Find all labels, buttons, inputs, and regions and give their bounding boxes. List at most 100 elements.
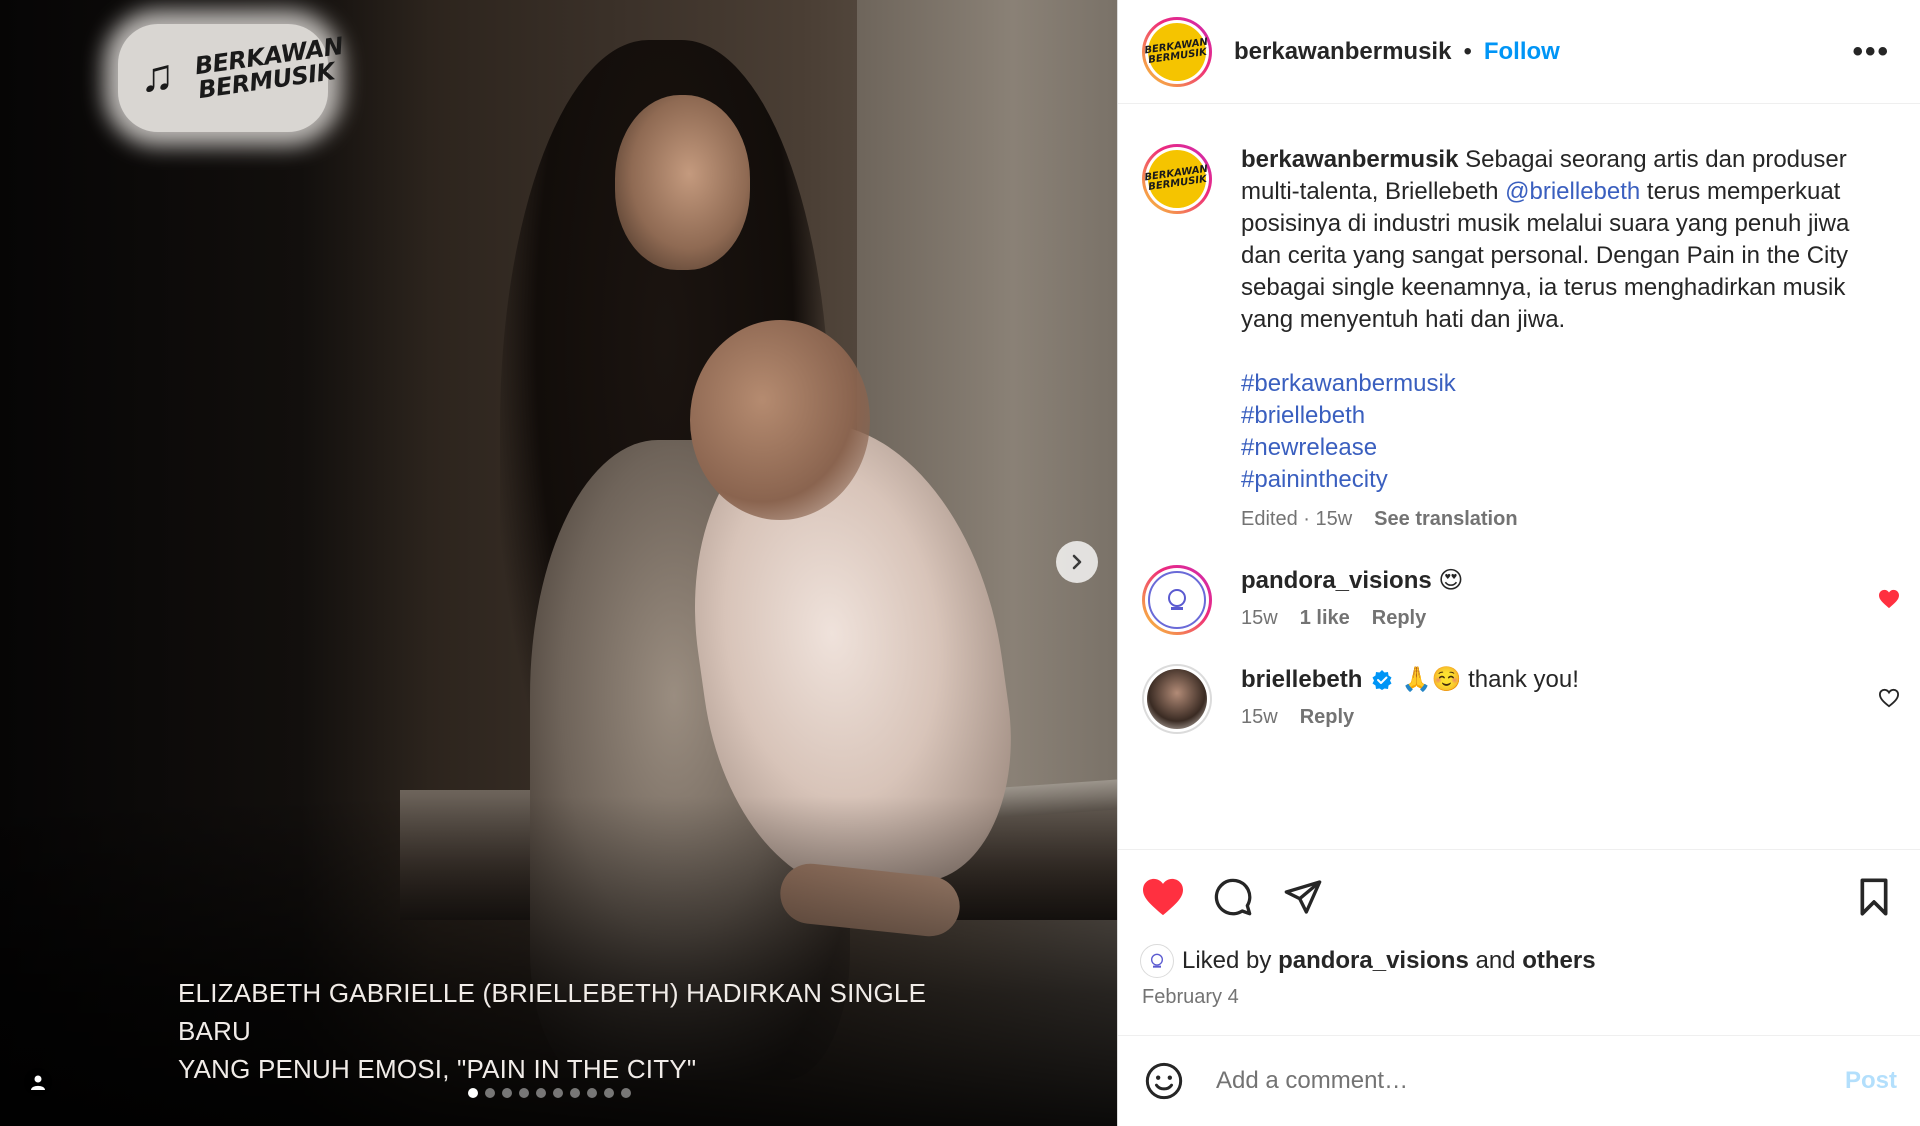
- liked-by-summary: Liked by pandora_visions and others: [1140, 944, 1596, 978]
- caption-mention-link[interactable]: @briellebeth: [1505, 178, 1640, 205]
- carousel-dot: [485, 1088, 495, 1098]
- carousel-next-button[interactable]: [1056, 541, 1098, 583]
- comment-avatar-ring: [1142, 565, 1212, 635]
- comment-body: 😍: [1438, 567, 1464, 594]
- caption-author-avatar[interactable]: BERKAWAN BERMUSIK: [1142, 144, 1212, 214]
- carousel-dot: [587, 1088, 597, 1098]
- liked-by-user-link[interactable]: pandora_visions: [1278, 947, 1469, 975]
- person-icon: [31, 1075, 45, 1090]
- comment-composer: Add a comment… Post: [1118, 1035, 1920, 1126]
- action-bar: [1140, 874, 1897, 920]
- carousel-dot: [519, 1088, 529, 1098]
- post-header: BERKAWAN BERMUSIK berkawanbermusik • Fol…: [1118, 0, 1920, 104]
- comments-scroll-area[interactable]: BERKAWAN BERMUSIK berkawanbermusik Sebag…: [1118, 104, 1920, 849]
- carousel-indicator: [468, 1088, 631, 1098]
- liked-by-and: and: [1475, 947, 1516, 974]
- caption-edited-time: Edited · 15w: [1241, 508, 1353, 530]
- comment-item: briellebeth 🙏☺️ thank you! 15w Reply: [1118, 664, 1920, 734]
- more-options-icon[interactable]: •••: [1852, 35, 1896, 69]
- comment-bubble-icon: [1214, 878, 1252, 916]
- save-button[interactable]: [1851, 874, 1897, 920]
- comment-reply-button[interactable]: Reply: [1300, 706, 1354, 729]
- liked-by-prefix: Liked by: [1182, 947, 1272, 974]
- comment-input[interactable]: Add a comment…: [1216, 1067, 1408, 1095]
- pandora-visions-logo-icon: [1148, 571, 1206, 629]
- post-media[interactable]: ♫ BERKAWAN BERMUSIK ELIZABETH GABRIELLE …: [0, 0, 1117, 1126]
- paper-plane-icon: [1284, 880, 1322, 914]
- comment-avatar[interactable]: [1142, 565, 1212, 635]
- see-translation-button[interactable]: See translation: [1374, 508, 1517, 531]
- comment-text: pandora_visions 😍: [1241, 565, 1881, 597]
- caption-avatar-logo: BERKAWAN BERMUSIK: [1144, 146, 1210, 212]
- comment-reply-button[interactable]: Reply: [1372, 607, 1426, 630]
- follow-button[interactable]: Follow: [1484, 38, 1560, 66]
- bookmark-icon: [1860, 878, 1888, 916]
- post-date[interactable]: February 4: [1142, 986, 1239, 1009]
- photo-subject-face: [615, 95, 750, 270]
- emoji-picker-button[interactable]: [1142, 1059, 1186, 1103]
- like-button[interactable]: [1140, 874, 1186, 920]
- verified-badge-icon: [1372, 670, 1392, 690]
- media-caption: ELIZABETH GABRIELLE (BRIELLEBETH) HADIRK…: [178, 974, 978, 1088]
- comment-item: pandora_visions 😍 15w 1 like Reply: [1118, 565, 1920, 635]
- share-button[interactable]: [1280, 874, 1326, 920]
- post-sidebar: BERKAWAN BERMUSIK berkawanbermusik • Fol…: [1117, 0, 1920, 1126]
- post-caption: BERKAWAN BERMUSIK berkawanbermusik Sebag…: [1118, 144, 1920, 531]
- media-caption-line1: ELIZABETH GABRIELLE (BRIELLEBETH) HADIRK…: [178, 978, 927, 1046]
- carousel-dot: [553, 1088, 563, 1098]
- comment-meta: 15w Reply: [1241, 706, 1881, 729]
- hashtag-link[interactable]: #berkawanbermusik: [1241, 368, 1881, 400]
- author-avatar-inner: BERKAWAN BERMUSIK: [1144, 18, 1210, 85]
- caption-text: berkawanbermusik Sebagai seorang artis d…: [1241, 144, 1881, 336]
- caption-username[interactable]: berkawanbermusik: [1241, 146, 1458, 173]
- caption-hashtags: #berkawanbermusik #briellebeth #newrelea…: [1241, 368, 1881, 496]
- caption-meta: Edited · 15w See translation: [1241, 508, 1881, 531]
- carousel-dot: [536, 1088, 546, 1098]
- photo-subject-shoulder: [690, 320, 870, 520]
- comment-time: 15w: [1241, 706, 1278, 728]
- comment-avatar-inner: [1144, 666, 1210, 732]
- comment-body: 🙏☺️ thank you!: [1401, 666, 1579, 693]
- comment-button[interactable]: [1210, 874, 1256, 920]
- hashtag-link[interactable]: #paininthecity: [1241, 464, 1881, 496]
- chevron-right-icon: [1072, 554, 1082, 570]
- music-notes-icon: ♫: [140, 49, 175, 101]
- comment-like-button[interactable]: [1877, 587, 1901, 611]
- liked-by-avatar[interactable]: [1140, 944, 1174, 978]
- comment-username[interactable]: pandora_visions: [1241, 567, 1432, 594]
- post-actions-section: Liked by pandora_visions and others Febr…: [1118, 849, 1920, 1039]
- media-caption-line2: YANG PENUH EMOSI, "PAIN IN THE CITY": [178, 1054, 697, 1084]
- comment-like-button[interactable]: [1877, 686, 1901, 710]
- carousel-dot: [502, 1088, 512, 1098]
- carousel-dot: [604, 1088, 614, 1098]
- author-avatar-logo: BERKAWAN BERMUSIK: [1144, 18, 1210, 85]
- comment-meta: 15w 1 like Reply: [1241, 607, 1881, 630]
- post-comment-button[interactable]: Post: [1845, 1067, 1897, 1095]
- heart-outline-icon: [1878, 688, 1900, 708]
- crystal-ball-icon: [1151, 953, 1163, 968]
- comment-avatar[interactable]: [1142, 664, 1212, 734]
- hashtag-link[interactable]: #newrelease: [1241, 432, 1881, 464]
- caption-avatar-ring: BERKAWAN BERMUSIK: [1142, 144, 1212, 214]
- hashtag-link[interactable]: #briellebeth: [1241, 400, 1881, 432]
- comment-text: briellebeth 🙏☺️ thank you!: [1241, 664, 1881, 696]
- comment-time: 15w: [1241, 607, 1278, 629]
- comment-avatar-ring: [1142, 664, 1212, 734]
- carousel-dot: [621, 1088, 631, 1098]
- briellebeth-avatar-photo: [1147, 669, 1207, 729]
- carousel-dot: [570, 1088, 580, 1098]
- author-avatar[interactable]: BERKAWAN BERMUSIK: [1142, 16, 1212, 87]
- smiley-icon: [1145, 1062, 1183, 1100]
- comment-likes-count[interactable]: 1 like: [1300, 607, 1350, 630]
- instagram-post-view: ♫ BERKAWAN BERMUSIK ELIZABETH GABRIELLE …: [0, 0, 1920, 1126]
- heart-filled-icon: [1143, 878, 1183, 916]
- caption-avatar-inner: BERKAWAN BERMUSIK: [1144, 146, 1210, 212]
- crystal-ball-icon: [1168, 589, 1186, 610]
- carousel-dot: [468, 1088, 478, 1098]
- comment-username[interactable]: briellebeth: [1241, 666, 1362, 693]
- heart-filled-icon: [1879, 589, 1899, 609]
- header-separator: •: [1463, 37, 1472, 65]
- liked-by-others-link[interactable]: others: [1522, 947, 1595, 975]
- user-tags-button[interactable]: [24, 1068, 52, 1096]
- author-username[interactable]: berkawanbermusik: [1234, 38, 1451, 66]
